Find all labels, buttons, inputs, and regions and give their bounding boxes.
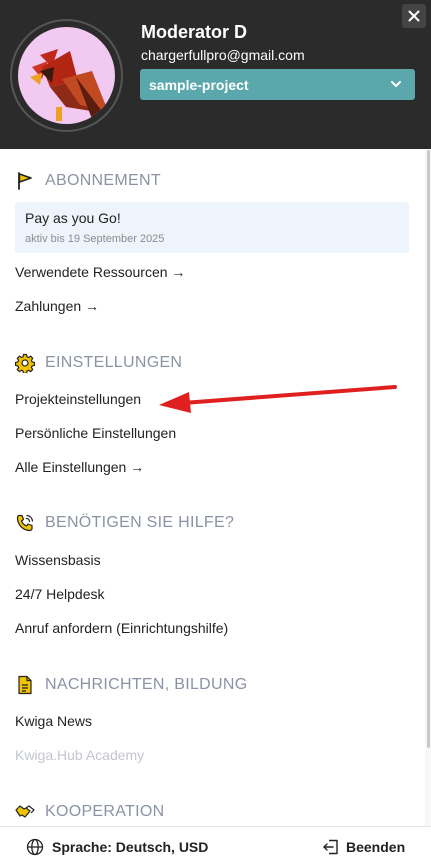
footer-bar: Sprache: Deutsch, USD Beenden bbox=[0, 826, 431, 867]
link-personal-settings[interactable]: Persönliche Einstellungen bbox=[15, 425, 176, 441]
section-subscription: ABONNEMENT bbox=[15, 171, 161, 191]
link-all-settings[interactable]: Alle Einstellungen → bbox=[15, 459, 144, 475]
section-title-news: NACHRICHTEN, BILDUNG bbox=[45, 676, 248, 693]
section-title-settings: EINSTELLUNGEN bbox=[45, 354, 183, 371]
flag-icon bbox=[18, 172, 32, 190]
user-email: chargerfullpro@gmail.com bbox=[141, 47, 305, 63]
section-help: BENÖTIGEN SIE HILFE? bbox=[15, 513, 234, 533]
link-request-call[interactable]: Anruf anfordern (Einrichtungshilfe) bbox=[15, 620, 228, 636]
cardinal-bird-icon bbox=[30, 49, 112, 124]
close-icon bbox=[408, 10, 420, 22]
section-cooperation: KOOPERATION bbox=[15, 802, 164, 822]
language-label: Sprache: Deutsch, USD bbox=[52, 839, 209, 855]
document-icon bbox=[18, 675, 32, 695]
link-kwiga-hub-academy[interactable]: Kwiga.Hub Academy bbox=[15, 747, 144, 763]
close-button[interactable] bbox=[402, 4, 426, 28]
logout-button[interactable]: Beenden bbox=[322, 838, 405, 856]
link-kwiga-news[interactable]: Kwiga News bbox=[15, 713, 92, 729]
language-button[interactable]: Sprache: Deutsch, USD bbox=[26, 838, 208, 856]
plan-status: aktiv bis 19 September 2025 bbox=[25, 233, 165, 245]
gear-icon bbox=[15, 353, 35, 373]
section-title-help: BENÖTIGEN SIE HILFE? bbox=[45, 514, 235, 531]
globe-icon bbox=[26, 838, 44, 856]
logout-label: Beenden bbox=[346, 839, 406, 855]
section-title-cooperation: KOOPERATION bbox=[45, 803, 165, 820]
avatar[interactable] bbox=[18, 27, 115, 124]
user-name: Moderator D bbox=[141, 22, 248, 42]
scrollbar-thumb[interactable] bbox=[427, 150, 430, 748]
link-payments[interactable]: Zahlungen → bbox=[15, 298, 99, 314]
link-project-settings[interactable]: Projekteinstellungen bbox=[15, 391, 141, 407]
logout-icon bbox=[323, 839, 338, 855]
annotation-arrow bbox=[159, 385, 397, 413]
chevron-down-icon bbox=[391, 81, 401, 87]
link-knowledge-base[interactable]: Wissensbasis bbox=[15, 552, 101, 568]
section-settings: EINSTELLUNGEN bbox=[15, 353, 182, 373]
phone-icon bbox=[16, 514, 34, 532]
link-used-resources[interactable]: Verwendete Ressourcen → bbox=[15, 264, 185, 280]
project-select-value: sample-project bbox=[149, 77, 249, 93]
section-title-subscription: ABONNEMENT bbox=[45, 172, 161, 189]
project-select[interactable]: sample-project bbox=[140, 69, 415, 100]
plan-card: Pay as you Go! aktiv bis 19 September 20… bbox=[15, 202, 409, 253]
profile-header: Moderator D chargerfullpro@gmail.com sam… bbox=[0, 0, 431, 149]
handshake-icon bbox=[15, 805, 35, 818]
plan-name: Pay as you Go! bbox=[25, 210, 121, 226]
section-news: NACHRICHTEN, BILDUNG bbox=[15, 675, 247, 695]
link-helpdesk[interactable]: 24/7 Helpdesk bbox=[15, 586, 105, 602]
avatar-ring bbox=[10, 19, 123, 132]
